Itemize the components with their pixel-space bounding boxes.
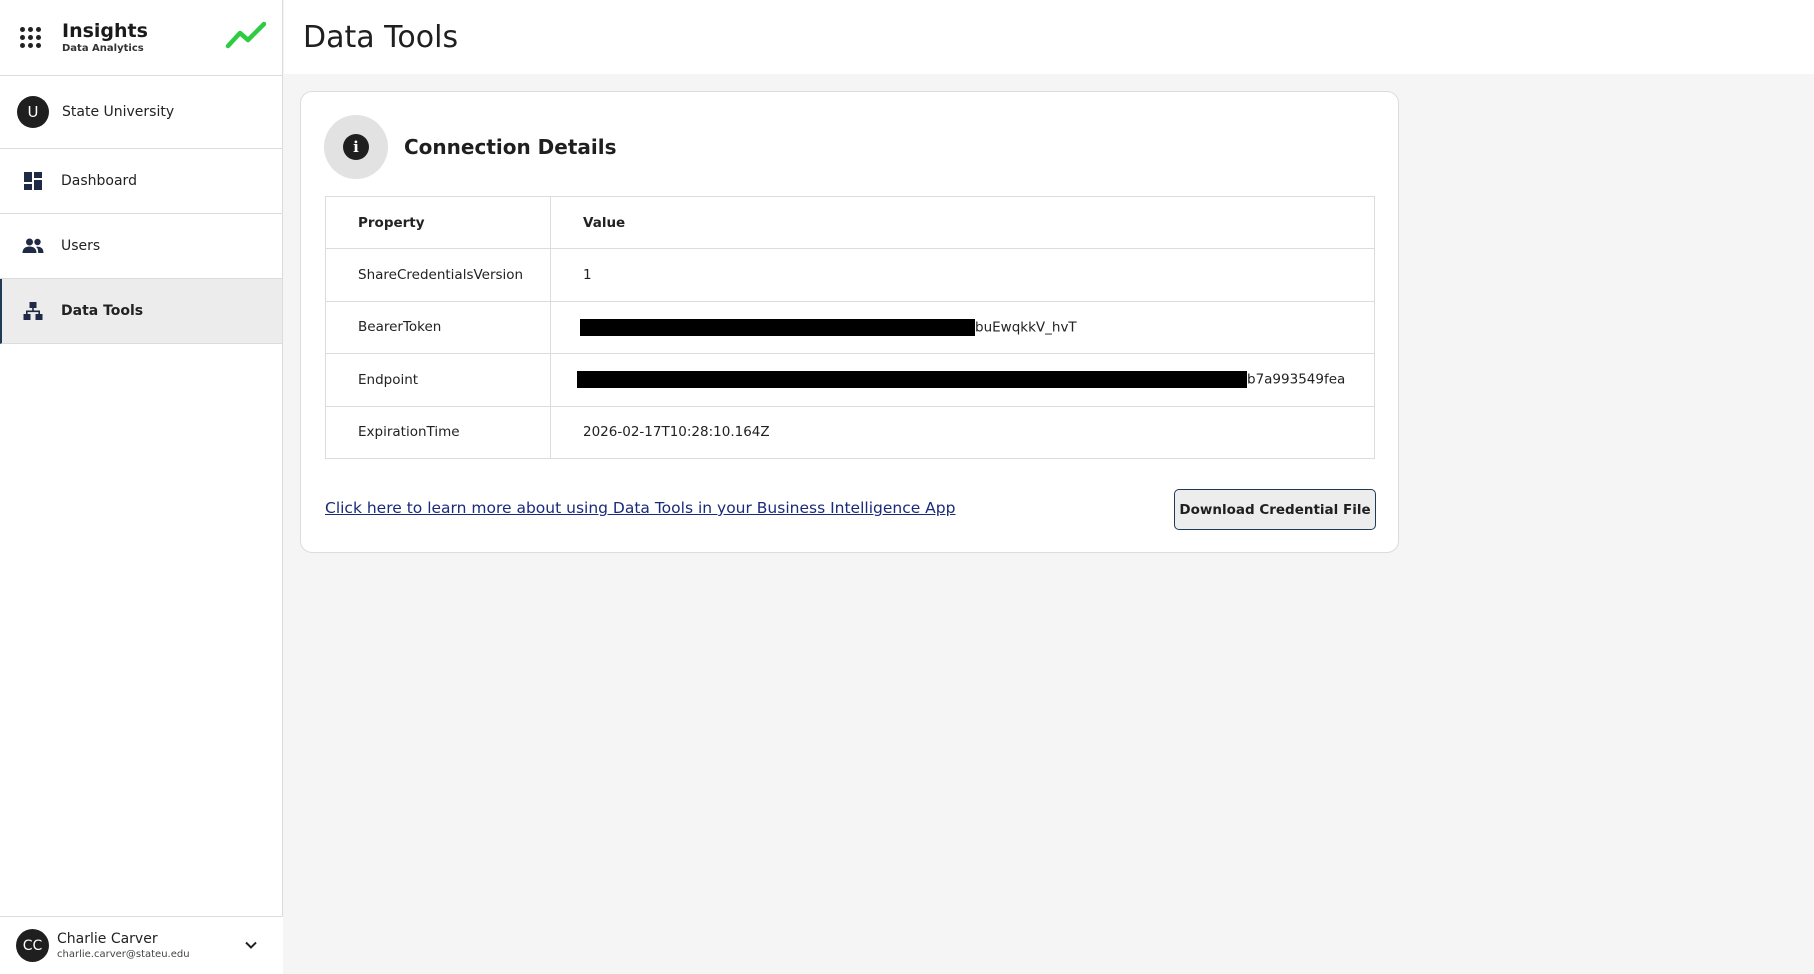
info-badge: i bbox=[324, 115, 388, 179]
column-header-property: Property bbox=[325, 195, 551, 250]
card-title: Connection Details bbox=[404, 135, 617, 159]
organization-name: State University bbox=[62, 104, 175, 120]
dashboard-icon bbox=[22, 170, 44, 192]
table-header-row: Property Value bbox=[325, 195, 1375, 250]
page-header: Data Tools bbox=[284, 0, 1814, 74]
sidebar-item-dashboard[interactable]: Dashboard bbox=[0, 149, 282, 214]
table-row: BearerToken buEwqkkV_hvT bbox=[325, 300, 1375, 355]
redaction-bar bbox=[580, 318, 975, 336]
brand-header: Insights Data Analytics bbox=[0, 0, 282, 76]
column-header-value: Value bbox=[550, 195, 1375, 250]
property-cell: ExpirationTime bbox=[325, 405, 551, 459]
user-email: charlie.carver@stateu.edu bbox=[57, 948, 190, 960]
table-row: ExpirationTime 2026-02-17T10:28:10.164Z bbox=[325, 405, 1375, 459]
property-cell: ShareCredentialsVersion bbox=[325, 248, 551, 302]
user-info: Charlie Carver charlie.carver@stateu.edu bbox=[57, 930, 190, 962]
table-row: Endpoint b7a993549fea bbox=[325, 353, 1375, 407]
connection-details-card: i Connection Details Property Value Shar… bbox=[300, 91, 1399, 553]
brand-text: Insights Data Analytics bbox=[62, 19, 148, 55]
users-icon bbox=[22, 235, 44, 257]
value-cell: buEwqkkV_hvT bbox=[550, 300, 1375, 355]
value-cell: 2026-02-17T10:28:10.164Z bbox=[550, 405, 1375, 459]
organization-selector[interactable]: U State University bbox=[0, 76, 282, 149]
sidebar-item-label: Users bbox=[61, 238, 101, 254]
sidebar-item-label: Data Tools bbox=[61, 303, 144, 319]
value-cell: 1 bbox=[550, 248, 1375, 302]
user-name: Charlie Carver bbox=[57, 930, 158, 947]
info-icon: i bbox=[343, 134, 369, 160]
learn-more-link[interactable]: Click here to learn more about using Dat… bbox=[325, 499, 955, 517]
page-title: Data Tools bbox=[303, 19, 459, 55]
organization-avatar: U bbox=[17, 96, 49, 128]
sidebar: Insights Data Analytics U State Universi… bbox=[0, 0, 283, 974]
endpoint-suffix: b7a993549fea bbox=[1247, 371, 1346, 388]
trend-up-icon bbox=[225, 21, 267, 49]
card-header: i Connection Details bbox=[324, 115, 617, 179]
token-suffix: buEwqkkV_hvT bbox=[975, 319, 1077, 336]
table-row: ShareCredentialsVersion 1 bbox=[325, 248, 1375, 302]
connection-details-table: Property Value ShareCredentialsVersion 1… bbox=[325, 195, 1375, 459]
user-menu[interactable]: CC Charlie Carver charlie.carver@stateu.… bbox=[0, 916, 283, 974]
brand-subtitle: Data Analytics bbox=[62, 42, 144, 54]
avatar: CC bbox=[16, 929, 49, 962]
hierarchy-icon bbox=[22, 300, 44, 322]
value-cell: b7a993549fea bbox=[550, 353, 1375, 407]
sidebar-item-data-tools[interactable]: Data Tools bbox=[0, 279, 282, 344]
redaction-bar bbox=[577, 371, 1247, 389]
app-launcher-icon[interactable] bbox=[20, 26, 42, 49]
sidebar-item-label: Dashboard bbox=[61, 173, 137, 189]
download-credential-file-button[interactable]: Download Credential File bbox=[1174, 489, 1376, 530]
sidebar-item-users[interactable]: Users bbox=[0, 214, 282, 279]
property-cell: BearerToken bbox=[325, 300, 551, 355]
brand-title: Insights bbox=[62, 19, 148, 42]
chevron-down-icon[interactable] bbox=[243, 937, 259, 953]
property-cell: Endpoint bbox=[325, 353, 551, 407]
